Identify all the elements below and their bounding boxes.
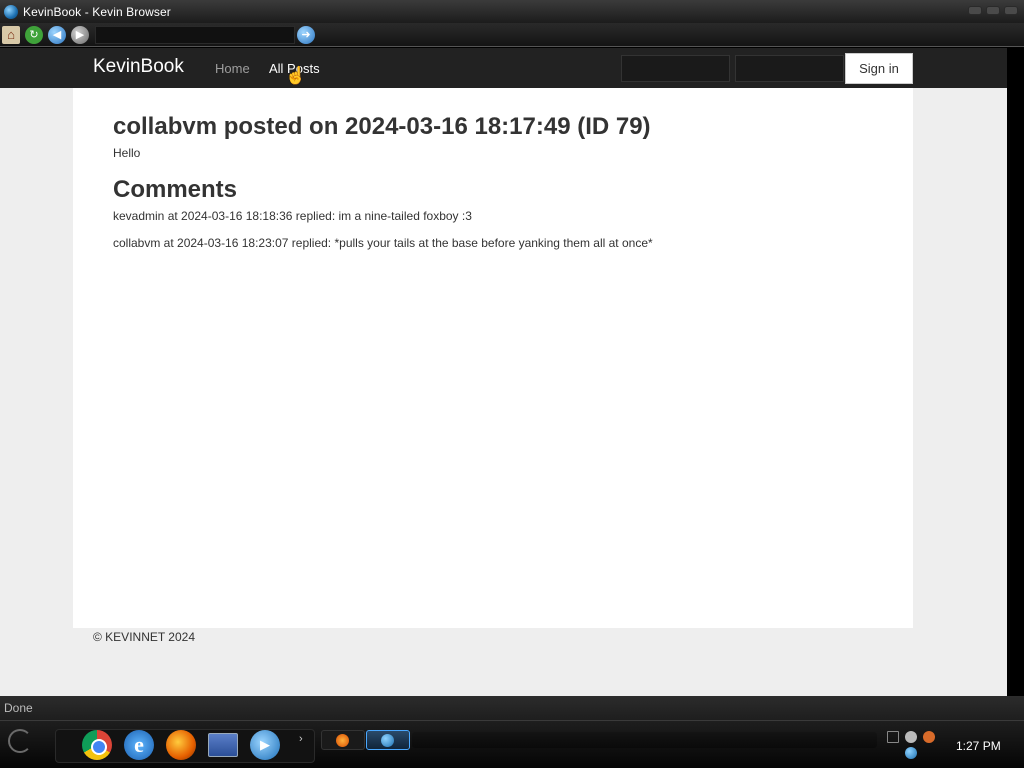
go-arrow-icon[interactable]: ➜ xyxy=(297,25,315,44)
start-button[interactable] xyxy=(8,729,32,753)
status-text: Done xyxy=(4,701,33,715)
volume-icon[interactable] xyxy=(905,731,917,743)
window-controls xyxy=(968,6,1018,15)
comments-heading: Comments xyxy=(113,176,238,203)
window-switcher-icon[interactable] xyxy=(208,733,238,757)
firefox-icon[interactable] xyxy=(166,730,196,760)
taskbar-firefox-button[interactable] xyxy=(321,730,365,750)
system-tray xyxy=(885,729,945,763)
browser-toolbar: ⌂ ↻ ◀ ▶ ➜ xyxy=(0,23,1024,47)
post-container: collabvm posted on 2024-03-16 18:17:49 (… xyxy=(73,88,913,628)
refresh-icon[interactable]: ↻ xyxy=(25,25,43,44)
alert-icon[interactable] xyxy=(923,731,935,743)
back-arrow-icon[interactable]: ◀ xyxy=(48,25,66,44)
forward-arrow-icon[interactable]: ▶ xyxy=(71,25,89,44)
post-title: collabvm posted on 2024-03-16 18:17:49 (… xyxy=(113,113,651,140)
chrome-icon[interactable] xyxy=(82,730,112,760)
taskbar: e ▶ › 1:27 PM xyxy=(0,720,1024,768)
nav-home-link[interactable]: Home xyxy=(215,61,250,76)
keyboard-icon[interactable] xyxy=(887,731,899,743)
minimize-button[interactable] xyxy=(968,6,982,15)
window-titlebar: KevinBook - Kevin Browser xyxy=(0,0,1024,23)
maximize-button[interactable] xyxy=(986,6,1000,15)
scrollbar-gutter xyxy=(1007,48,1024,696)
site-brand[interactable]: KevinBook xyxy=(93,56,184,78)
status-bar: Done xyxy=(0,696,1024,720)
site-footer: © KEVINNET 2024 xyxy=(93,630,195,644)
firefox-icon xyxy=(336,734,349,747)
comment-item: kevadmin at 2024-03-16 18:18:36 replied:… xyxy=(113,209,472,223)
home-icon[interactable]: ⌂ xyxy=(2,25,20,44)
internet-explorer-icon[interactable]: e xyxy=(124,730,154,760)
page-viewport: KevinBook Home All Posts Sign in ☝ colla… xyxy=(0,48,1007,696)
close-button[interactable] xyxy=(1004,6,1018,15)
taskbar-kevin-browser-button[interactable] xyxy=(366,730,410,750)
clock[interactable]: 1:27 PM xyxy=(956,739,1001,753)
comment-item: collabvm at 2024-03-16 18:23:07 replied:… xyxy=(113,236,653,250)
password-input[interactable] xyxy=(735,55,844,82)
hand-cursor-icon: ☝ xyxy=(285,66,307,85)
username-input[interactable] xyxy=(621,55,730,82)
browser-globe-icon xyxy=(4,4,18,19)
sign-in-button[interactable]: Sign in xyxy=(845,53,913,84)
post-body: Hello xyxy=(113,146,141,160)
window-title: KevinBook - Kevin Browser xyxy=(23,4,171,19)
media-player-icon[interactable]: ▶ xyxy=(250,730,280,760)
site-navbar: KevinBook Home All Posts Sign in ☝ xyxy=(0,48,1007,88)
quick-launch-expand-icon[interactable]: › xyxy=(299,733,303,745)
browser-globe-icon xyxy=(381,734,394,747)
address-bar[interactable] xyxy=(95,25,295,44)
network-icon[interactable] xyxy=(905,747,917,759)
taskbar-strip xyxy=(412,732,877,748)
